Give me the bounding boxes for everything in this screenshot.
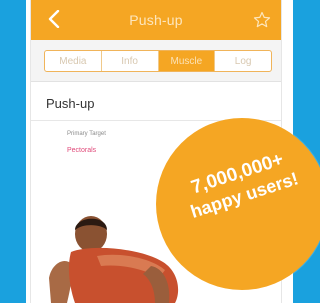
tab-log-label: Log <box>234 55 252 67</box>
tab-info-label: Info <box>121 55 138 67</box>
tab-info[interactable]: Info <box>102 51 159 71</box>
chevron-left-icon <box>48 10 60 28</box>
tab-media-label: Media <box>59 55 87 67</box>
back-button[interactable] <box>45 9 63 29</box>
navigation-bar: Push-up <box>31 0 281 40</box>
primary-target-value: Pectorals <box>67 147 97 154</box>
favorite-button[interactable] <box>253 11 271 29</box>
screenshot-canvas: Push-up Media Info Muscle Log Push-up Pr… <box>0 0 320 303</box>
star-outline-icon <box>253 11 271 28</box>
page-title: Push-up <box>129 12 183 28</box>
background-left <box>0 0 26 303</box>
tab-media[interactable]: Media <box>45 51 102 71</box>
primary-target-label: Primary Target <box>67 131 106 137</box>
tab-log[interactable]: Log <box>215 51 271 71</box>
tab-muscle-label: Muscle <box>170 55 203 67</box>
tab-muscle[interactable]: Muscle <box>158 51 216 71</box>
exercise-name: Push-up <box>46 96 95 111</box>
tab-bar-container: Media Info Muscle Log <box>31 40 281 82</box>
segmented-control: Media Info Muscle Log <box>44 50 272 72</box>
